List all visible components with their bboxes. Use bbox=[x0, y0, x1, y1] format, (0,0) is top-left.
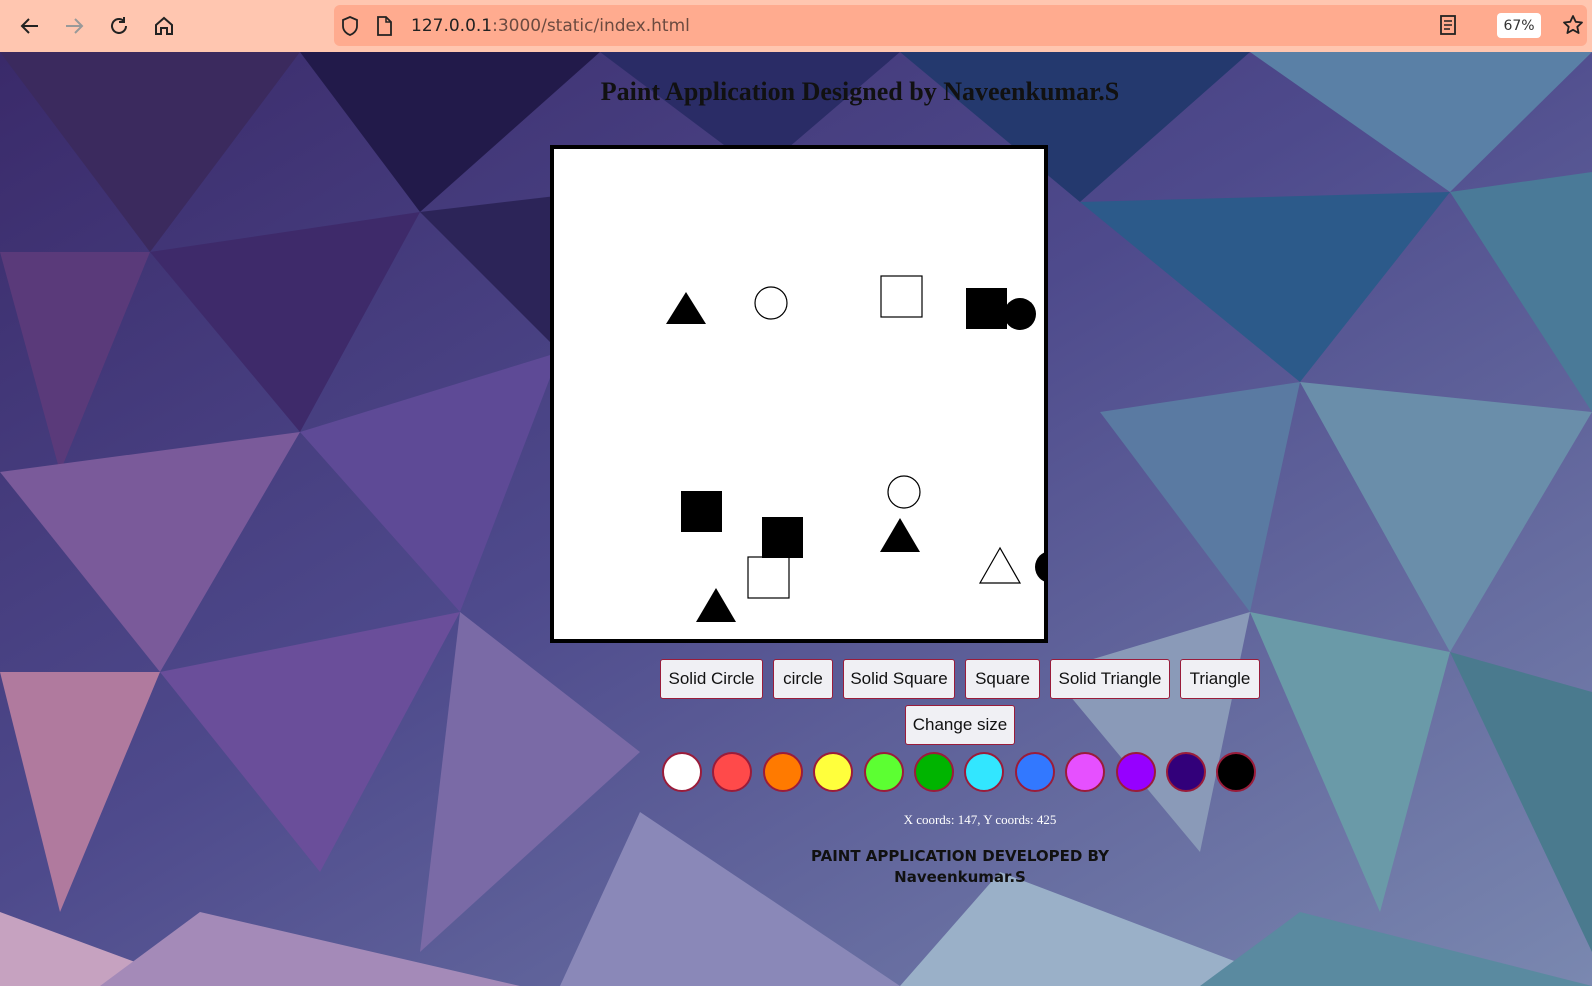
back-icon[interactable] bbox=[16, 12, 44, 40]
color-swatch[interactable] bbox=[914, 752, 954, 792]
canvas-solid-triangle bbox=[696, 588, 736, 622]
color-swatch[interactable] bbox=[863, 752, 904, 792]
canvas-solid-circle bbox=[1035, 552, 1044, 582]
canvas-triangle bbox=[978, 546, 1022, 584]
bookmark-star-icon[interactable] bbox=[1562, 14, 1584, 41]
browser-toolbar: 127.0.0.1:3000/static/index.html 67% bbox=[0, 0, 1592, 52]
canvas-solid-square bbox=[966, 288, 1007, 329]
color-swatch[interactable] bbox=[813, 752, 854, 792]
canvas-square bbox=[880, 275, 923, 318]
reader-view-icon[interactable] bbox=[1439, 15, 1457, 40]
forward-icon[interactable] bbox=[60, 12, 88, 40]
color-swatch[interactable] bbox=[1115, 752, 1156, 792]
solid-circle-button[interactable]: Solid Circle bbox=[660, 659, 763, 699]
shield-icon[interactable] bbox=[341, 16, 359, 41]
footer-line-1: PAINT APPLICATION DEVELOPED BY bbox=[810, 847, 1110, 865]
url-text: 127.0.0.1:3000/static/index.html bbox=[411, 16, 690, 36]
color-swatch[interactable] bbox=[1065, 752, 1106, 792]
reload-icon[interactable] bbox=[105, 12, 133, 40]
canvas-circle bbox=[887, 475, 921, 509]
circle-button[interactable]: circle bbox=[773, 659, 833, 699]
url-path: :3000/static/index.html bbox=[492, 16, 690, 36]
drawing-canvas[interactable] bbox=[550, 145, 1048, 643]
canvas-solid-triangle bbox=[880, 518, 920, 552]
canvas-solid-square bbox=[762, 517, 803, 558]
page-title: Paint Application Designed by Naveenkuma… bbox=[600, 77, 1120, 106]
triangle-button[interactable]: Triangle bbox=[1180, 659, 1260, 699]
change-size-button[interactable]: Change size bbox=[905, 705, 1015, 745]
coords-readout: X coords: 147, Y coords: 425 bbox=[903, 812, 1057, 827]
square-button[interactable]: Square bbox=[965, 659, 1040, 699]
canvas-solid-square bbox=[681, 491, 722, 532]
canvas-solid-triangle bbox=[666, 292, 706, 324]
canvas-drawing bbox=[666, 275, 1044, 622]
footer-credit: PAINT APPLICATION DEVELOPED BY Naveenkum… bbox=[780, 846, 1140, 888]
canvas-circle bbox=[754, 286, 788, 320]
solid-square-button[interactable]: Solid Square bbox=[843, 659, 955, 699]
canvas-square bbox=[747, 556, 790, 599]
footer-line-2: Naveenkumar.S bbox=[894, 868, 1026, 886]
color-swatch[interactable] bbox=[1014, 752, 1055, 792]
solid-triangle-button[interactable]: Solid Triangle bbox=[1050, 659, 1170, 699]
color-swatch[interactable] bbox=[662, 752, 702, 792]
color-swatch[interactable] bbox=[762, 752, 803, 792]
home-icon[interactable] bbox=[150, 12, 178, 40]
color-swatch[interactable] bbox=[1166, 752, 1206, 792]
url-host: 127.0.0.1 bbox=[411, 16, 493, 36]
zoom-level-badge[interactable]: 67% bbox=[1497, 13, 1541, 38]
page-info-icon[interactable] bbox=[376, 16, 392, 41]
address-bar[interactable]: 127.0.0.1:3000/static/index.html 67% bbox=[334, 5, 1587, 46]
canvas-solid-circle bbox=[1004, 298, 1036, 330]
